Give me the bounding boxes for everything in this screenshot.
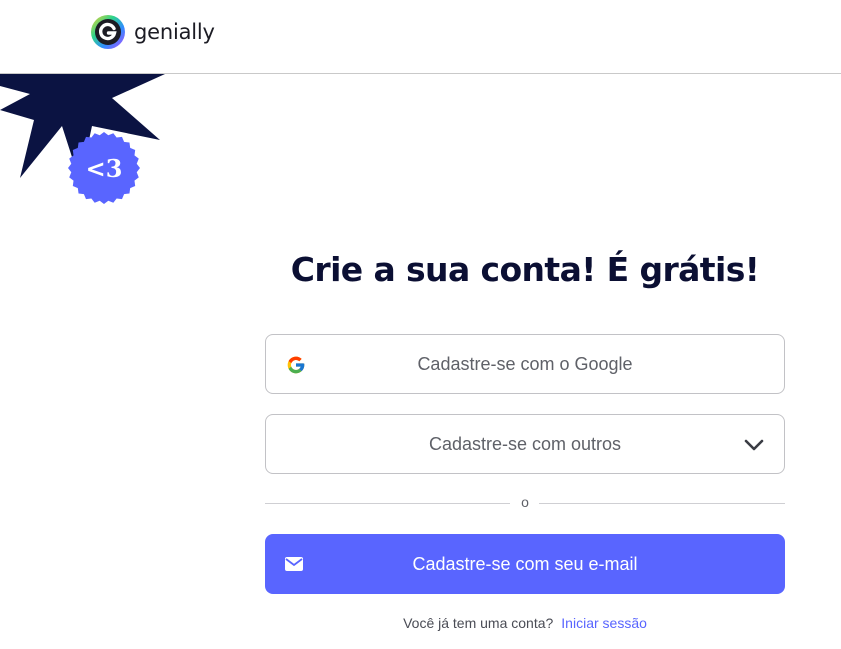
divider-line-right [539,503,785,504]
signup-google-label: Cadastre-se com o Google [417,353,633,374]
chevron-down-icon [744,439,764,451]
logo-wordmark: genially [134,20,215,44]
signup-others-label: Cadastre-se com outros [428,433,622,454]
envelope-icon [285,557,303,571]
genially-logo-icon [91,15,125,49]
genially-logo[interactable]: genially [90,14,215,50]
divider-line-left [265,503,510,504]
signup-email-button[interactable]: Cadastre-se com seu e-mail [265,534,785,594]
top-header: genially [0,0,841,74]
signup-email-label: Cadastre-se com seu e-mail [412,553,638,574]
signup-others-dropdown[interactable]: Cadastre-se com outros [265,414,785,474]
page-title: Crie a sua conta! É grátis! [290,250,760,289]
login-prompt: Você já tem uma conta? Iniciar sessão [265,615,785,631]
google-icon [287,356,305,374]
signup-google-button[interactable]: Cadastre-se com o Google [265,334,785,394]
heart-badge-text: <3 [85,153,123,183]
or-divider: o [265,494,785,514]
divider-text: o [521,494,529,510]
login-question: Você já tem uma conta? [403,615,554,631]
login-link[interactable]: Iniciar sessão [561,615,647,631]
